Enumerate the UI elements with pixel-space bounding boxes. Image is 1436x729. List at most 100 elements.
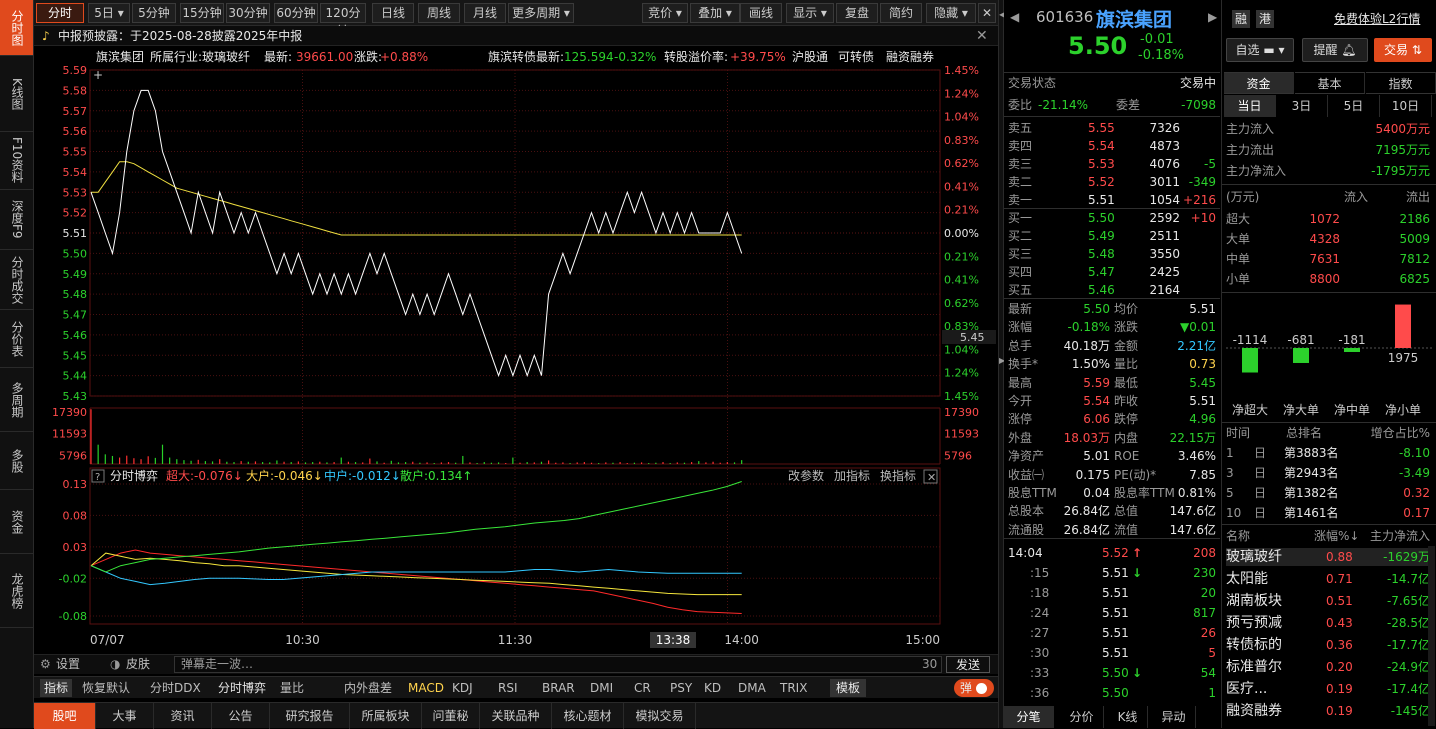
toolbar-6[interactable]: 隐藏 ▾ — [926, 3, 976, 23]
skin-icon[interactable]: ◑ — [110, 655, 120, 674]
sector-row[interactable]: 标准普尔 0.20 -24.9亿 — [1226, 658, 1430, 676]
alert-button[interactable]: 提醒 🔔︎ — [1302, 38, 1368, 62]
indicator-button-1[interactable]: 加指标 — [834, 468, 870, 483]
period-6[interactable]: 120分钟 — [320, 3, 366, 38]
book-row[interactable]: 卖二 5.52 3011 -349 — [1008, 173, 1216, 191]
flow-tab-1[interactable]: 基本 — [1295, 72, 1365, 94]
book-row[interactable]: 买四 5.47 2425 — [1008, 263, 1216, 281]
nav-tab-1[interactable]: 大事 — [96, 703, 154, 729]
quote-tab-2[interactable]: K线 — [1108, 706, 1148, 728]
nav-tab-6[interactable]: 问董秘 — [422, 703, 480, 729]
indicator-tab-3[interactable]: 分时博弈 — [218, 677, 266, 699]
nav-tab-8[interactable]: 核心题材 — [552, 703, 624, 729]
period-5[interactable]: 60分钟 — [274, 3, 318, 23]
left-nav-item-1[interactable]: K线图 — [0, 56, 33, 132]
sector-row[interactable]: 湖南板块 0.51 -7.65亿 — [1226, 592, 1430, 610]
quote-tab-3[interactable]: 异动 — [1152, 706, 1196, 728]
flow-period-tab-1[interactable]: 3日 — [1276, 95, 1328, 117]
trade-button[interactable]: 交易 ⇅ — [1374, 38, 1432, 62]
left-nav-item-8[interactable]: 资金 — [0, 490, 33, 554]
toolbar-3[interactable]: 显示 ▾ — [786, 3, 834, 23]
indicator-tab-14[interactable]: DMA — [738, 677, 766, 699]
flow-period-tab-3[interactable]: 10日 — [1380, 95, 1432, 117]
sector-row[interactable]: 太阳能 0.71 -14.7亿 — [1226, 570, 1430, 588]
left-nav-item-9[interactable]: 龙虎榜 — [0, 554, 33, 628]
send-button[interactable]: 发送 — [946, 656, 990, 673]
sector-h2[interactable]: 涨幅%↓ — [1314, 527, 1359, 545]
danmu-input[interactable]: 弹幕走一波… — [174, 656, 942, 673]
left-nav-item-0[interactable]: 分时图 — [0, 0, 33, 56]
toolbar-4[interactable]: 复盘 — [836, 3, 878, 23]
period-0[interactable]: 分时 — [36, 3, 84, 23]
indicator-tab-6[interactable]: MACD — [408, 677, 444, 699]
period-10[interactable]: 更多周期 ▾ — [508, 3, 574, 23]
flow-tab-0[interactable]: 资金 — [1224, 72, 1294, 94]
l2-link[interactable]: 免费体验L2行情 — [1334, 10, 1420, 27]
quote-tab-1[interactable]: 分价 — [1060, 706, 1104, 728]
skin-button[interactable]: 皮肤 — [126, 655, 150, 674]
indicator-tab-2[interactable]: 分时DDX — [150, 677, 201, 699]
indicator-tab-17[interactable]: 弹 — [954, 679, 995, 697]
sector-row[interactable]: 玻璃玻纤 0.88 -1629万 — [1226, 548, 1430, 566]
toolbar-2[interactable]: 画线 — [740, 3, 782, 23]
book-row[interactable]: 买五 5.46 2164 — [1008, 281, 1216, 299]
watchlist-button[interactable]: 自选 ▬ ▾ — [1226, 38, 1294, 62]
indicator-tab-0[interactable]: 指标 — [40, 679, 73, 697]
period-3[interactable]: 15分钟 — [180, 3, 224, 23]
indicator-tab-1[interactable]: 恢复默认 — [82, 677, 130, 699]
book-row[interactable]: 卖五 5.55 7326 — [1008, 119, 1216, 137]
quote-tab-0[interactable]: 分笔 — [1004, 706, 1054, 728]
indicator-tab-10[interactable]: DMI — [590, 677, 613, 699]
indicator-tab-5[interactable]: 内外盘差 — [344, 677, 392, 699]
left-nav-item-6[interactable]: 多周期 — [0, 368, 33, 432]
indicator-tab-15[interactable]: TRIX — [780, 677, 807, 699]
stock-name[interactable]: 旗滨集团 — [1096, 5, 1172, 32]
period-1[interactable]: 5日 ▾ — [88, 3, 130, 23]
left-nav-item-2[interactable]: F10资料 — [0, 132, 33, 190]
nav-tab-3[interactable]: 公告 — [212, 703, 270, 729]
indicator-tab-13[interactable]: KD — [704, 677, 721, 699]
prev-stock-icon[interactable]: ◀ — [1010, 10, 1019, 24]
settings-icon[interactable]: ⚙ — [40, 655, 51, 674]
sector-row[interactable]: 预亏预减 0.43 -28.5亿 — [1226, 614, 1430, 632]
toggle-knob[interactable] — [976, 683, 987, 694]
next-stock-icon[interactable]: ▶ — [1208, 10, 1217, 24]
book-row[interactable]: 买三 5.48 3550 — [1008, 245, 1216, 263]
indicator-tab-12[interactable]: PSY — [670, 677, 692, 699]
period-8[interactable]: 周线 — [418, 3, 460, 23]
left-nav-item-3[interactable]: 深度F9 — [0, 190, 33, 250]
left-nav-item-4[interactable]: 分时成交 — [0, 250, 33, 310]
indicator-tab-16[interactable]: 模板 — [830, 679, 867, 697]
sector-row[interactable]: 转债标的 0.36 -17.7亿 — [1226, 636, 1430, 654]
sector-scrollbar[interactable] — [1428, 546, 1435, 726]
period-2[interactable]: 5分钟 — [132, 3, 176, 23]
close-icon[interactable]: ✕ — [976, 26, 988, 46]
book-row[interactable]: 买一 5.50 2592 +10 — [1008, 209, 1216, 227]
flow-period-tab-0[interactable]: 当日 — [1224, 95, 1276, 117]
indicator-tab-8[interactable]: RSI — [498, 677, 518, 699]
notice-text[interactable]: 中报预披露：于2025-08-28披露2025年中报 — [58, 26, 302, 46]
nav-tab-4[interactable]: 研究报告 — [270, 703, 350, 729]
period-4[interactable]: 30分钟 — [226, 3, 270, 23]
period-7[interactable]: 日线 — [372, 3, 414, 23]
indicator-button-0[interactable]: 改参数 — [788, 468, 824, 483]
flow-period-tab-2[interactable]: 5日 — [1328, 95, 1380, 117]
indicator-tab-9[interactable]: BRAR — [542, 677, 575, 699]
indicator-tab-7[interactable]: KDJ — [452, 677, 473, 699]
settings-button[interactable]: 设置 — [56, 655, 80, 674]
period-9[interactable]: 月线 — [464, 3, 506, 23]
flow-tab-2[interactable]: 指数 — [1366, 72, 1436, 94]
book-row[interactable]: 卖一 5.51 1054 +216 — [1008, 191, 1216, 209]
indicator-button-2[interactable]: 换指标 — [880, 468, 916, 483]
sector-row[interactable]: 医疗... 0.19 -17.4亿 — [1226, 680, 1430, 698]
nav-tab-0[interactable]: 股吧 — [34, 703, 96, 729]
nav-tab-5[interactable]: 所属板块 — [350, 703, 422, 729]
indicator-tab-11[interactable]: CR — [634, 677, 651, 699]
sector-row[interactable]: 融资融券 0.19 -145亿 — [1226, 702, 1430, 720]
toolbar-0[interactable]: 竞价 ▾ — [642, 3, 688, 23]
toolbar-5[interactable]: 简约 — [880, 3, 922, 23]
indicator-close-icon[interactable]: ✕ — [927, 471, 936, 484]
book-row[interactable]: 卖三 5.53 4076 -5 — [1008, 155, 1216, 173]
book-row[interactable]: 卖四 5.54 4873 — [1008, 137, 1216, 155]
book-row[interactable]: 买二 5.49 2511 — [1008, 227, 1216, 245]
